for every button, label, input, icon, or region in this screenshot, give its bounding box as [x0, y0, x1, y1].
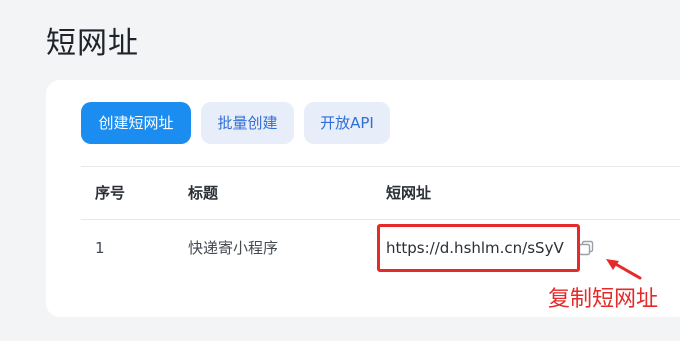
page-title: 短网址	[46, 26, 139, 61]
table-row: 1 快递寄小程序 https://d.hshlm.cn/sSyV	[81, 220, 680, 276]
copy-icon[interactable]	[578, 240, 594, 256]
row-url-cell: https://d.hshlm.cn/sSyV	[377, 224, 594, 272]
header-index: 序号	[95, 184, 126, 202]
annotation-label: 复制短网址	[548, 287, 659, 312]
table-header: 序号 标题 短网址	[81, 166, 680, 220]
annotation-arrow-icon	[606, 259, 642, 280]
row-title: 快递寄小程序	[188, 239, 279, 257]
header-title: 标题	[188, 184, 219, 202]
open-api-button[interactable]: 开放API	[304, 102, 390, 144]
toolbar: 创建短网址 批量创建 开放API	[81, 102, 390, 144]
content-card: 创建短网址 批量创建 开放API 序号 标题 短网址 1 快递寄小程序 http…	[46, 80, 680, 317]
create-short-url-button[interactable]: 创建短网址	[81, 102, 191, 144]
batch-create-button[interactable]: 批量创建	[201, 102, 294, 144]
short-url-table: 序号 标题 短网址 1 快递寄小程序 https://d.hshlm.cn/sS…	[81, 166, 680, 276]
header-url: 短网址	[386, 184, 432, 202]
url-highlight-box	[377, 224, 580, 272]
row-index: 1	[95, 239, 105, 257]
